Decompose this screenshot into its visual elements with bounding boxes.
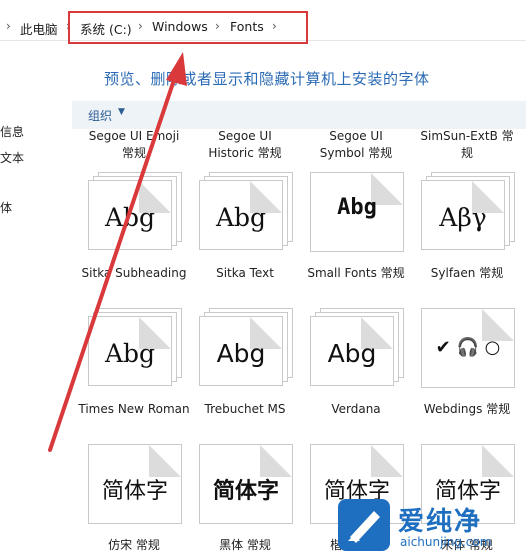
font-item-label[interactable]: 黑体 常规	[189, 537, 301, 554]
font-item-label[interactable]: Segoe UI Symbol 常规	[300, 128, 412, 162]
font-preview-sheet: Abg	[199, 316, 283, 386]
font-preview-sheet: Abg	[88, 316, 172, 386]
watermark-url: aichunjing.com	[400, 535, 492, 549]
font-item-label[interactable]: Trebuchet MS	[189, 401, 301, 418]
nav-item-fragment[interactable]: 信息	[0, 123, 24, 140]
font-tile[interactable]: Abg	[88, 308, 184, 388]
font-sample-text: Abg	[104, 339, 156, 368]
font-preview-sheet: Abg	[310, 172, 404, 252]
font-sample-text: Αβγ	[439, 203, 487, 232]
breadcrumb-separator-icon: ›	[6, 19, 11, 33]
font-tile[interactable]: Abg	[310, 308, 406, 388]
font-tile[interactable]: Abg	[88, 172, 184, 252]
command-toolbar: 组织 ▼	[72, 101, 526, 129]
font-preview-sheet: Abg	[199, 180, 283, 250]
font-item-label[interactable]: Segoe UI Historic 常规	[189, 128, 301, 162]
font-sample-text: Abg	[104, 203, 156, 232]
font-preview-sheet: ✔ 🎧 ○	[421, 308, 515, 388]
font-tile[interactable]: ✔ 🎧 ○	[421, 308, 517, 388]
font-preview-sheet: Αβγ	[421, 180, 505, 250]
font-item-label[interactable]: Small Fonts 常规	[300, 265, 412, 282]
font-tile[interactable]: Abg	[199, 172, 295, 252]
font-sample-text: ✔ 🎧 ○	[435, 337, 501, 358]
watermark-brand: 爱纯净	[398, 507, 483, 537]
font-sample-text: Abg	[337, 195, 377, 220]
font-item-label[interactable]: Sylfaen 常规	[411, 265, 523, 282]
chevron-down-icon[interactable]: ▼	[118, 107, 125, 117]
font-preview-sheet: 简体字	[88, 444, 182, 524]
font-item-label[interactable]: 仿宋 常规	[78, 537, 190, 554]
font-item-label[interactable]: SimSun-ExtB 常规	[411, 128, 523, 162]
font-sample-text: Abg	[327, 339, 377, 368]
nav-item-fragment[interactable]: 体	[0, 199, 12, 216]
font-item-label[interactable]: Webdings 常规	[411, 401, 523, 418]
font-sample-text: Abg	[215, 203, 267, 232]
font-sample-text: 简体字	[101, 479, 168, 504]
font-preview-sheet: Abg	[88, 180, 172, 250]
breadcrumb-this-pc[interactable]: 此电脑	[20, 19, 58, 38]
font-tile[interactable]: 简体字	[88, 444, 184, 524]
font-tile[interactable]: Abg	[310, 172, 406, 252]
font-item-label[interactable]: Verdana	[300, 401, 412, 418]
organize-button[interactable]: 组织	[88, 107, 112, 124]
font-item-label[interactable]: Sitka Subheading	[78, 265, 190, 282]
font-item-label[interactable]: Segoe UI Emoji 常规	[78, 128, 190, 162]
annotation-highlight-box	[68, 11, 308, 44]
font-tile[interactable]: Αβγ	[421, 172, 517, 252]
font-preview-sheet: 简体字	[199, 444, 293, 524]
font-tile[interactable]: 简体字	[199, 444, 295, 524]
font-sample-text: Abg	[216, 339, 266, 368]
nav-item-fragment[interactable]: 文本	[0, 149, 24, 166]
font-tile[interactable]: Abg	[199, 308, 295, 388]
font-item-label[interactable]: Times New Roman	[78, 401, 190, 418]
font-preview-sheet: Abg	[310, 316, 394, 386]
watermark-logo: 爱纯净 aichunjing.com	[336, 495, 526, 557]
font-sample-text: 简体字	[212, 479, 279, 504]
page-heading: 预览、删除或者显示和隐藏计算机上安装的字体	[104, 70, 430, 88]
font-item-label[interactable]: Sitka Text	[189, 265, 301, 282]
